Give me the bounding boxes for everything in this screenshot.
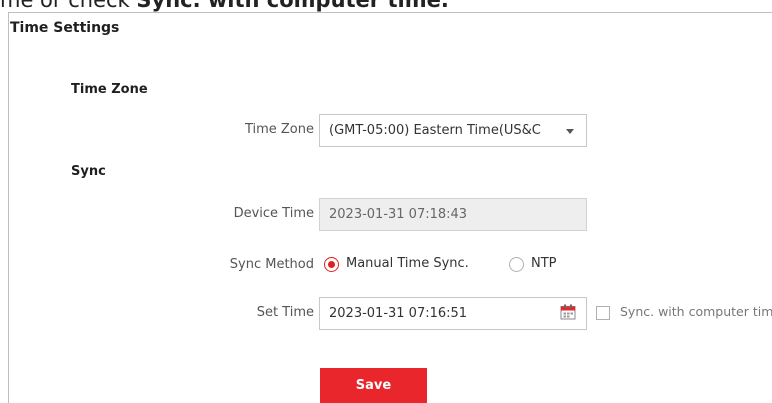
device-time-label: Device Time bbox=[233, 206, 314, 221]
ntp-radio[interactable] bbox=[509, 257, 524, 272]
ntp-label[interactable]: NTP bbox=[531, 256, 557, 271]
time-zone-select[interactable]: (GMT-05:00) Eastern Time(US&Canada) bbox=[319, 114, 587, 147]
sync-with-computer-checkbox[interactable] bbox=[596, 306, 610, 320]
time-zone-label: Time Zone bbox=[244, 122, 314, 137]
sync-section-title: Sync bbox=[71, 164, 106, 179]
manual-sync-radio[interactable] bbox=[324, 257, 339, 272]
time-zone-selected-value: (GMT-05:00) Eastern Time(US&Canada) bbox=[329, 123, 541, 138]
device-time-field: 2023-01-31 07:18:43 bbox=[319, 198, 587, 231]
caption-bold: Sync. with computer time. bbox=[136, 0, 449, 12]
caption-prefix: me or check bbox=[0, 0, 137, 12]
calendar-icon[interactable] bbox=[560, 304, 576, 320]
set-time-label: Set Time bbox=[256, 305, 314, 320]
save-button[interactable]: Save bbox=[320, 368, 427, 403]
sync-with-computer-label[interactable]: Sync. with computer time bbox=[620, 304, 772, 319]
clipped-caption: me or check Sync. with computer time. bbox=[0, 0, 772, 12]
page-title: Time Settings bbox=[10, 20, 120, 36]
sync-method-label: Sync Method bbox=[229, 257, 314, 272]
set-time-input[interactable]: 2023-01-31 07:16:51 bbox=[319, 297, 587, 330]
chevron-down-icon bbox=[566, 129, 574, 134]
time-zone-section-title: Time Zone bbox=[71, 82, 148, 97]
time-settings-page: me or check Sync. with computer time. Ti… bbox=[0, 0, 772, 403]
manual-sync-label[interactable]: Manual Time Sync. bbox=[346, 256, 469, 271]
